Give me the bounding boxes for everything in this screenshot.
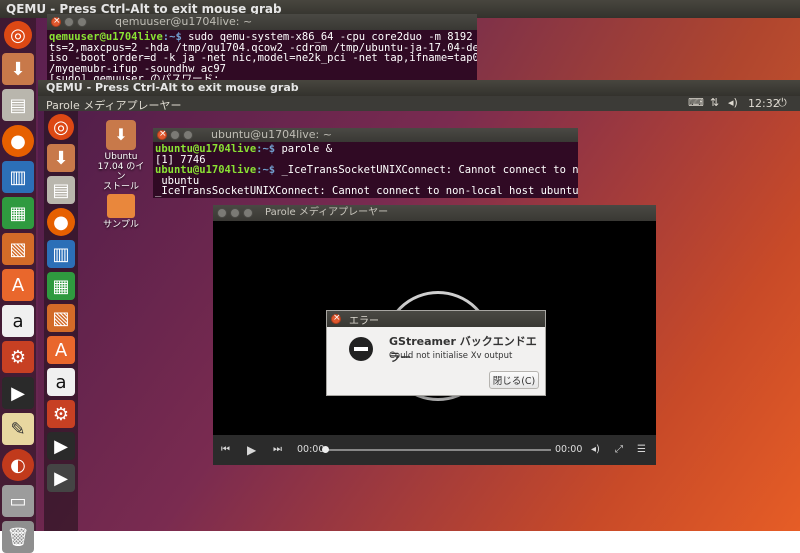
time-current: 00:00 — [297, 444, 325, 455]
close-dialog-button[interactable]: 閉じる(C) — [489, 371, 539, 389]
desktop-icon-installer-label: Ubuntu 17.04 のイン ストール — [97, 152, 145, 192]
desktop-icon-sample-label: サンプル — [103, 220, 139, 230]
seek-bar[interactable] — [325, 449, 551, 451]
guest-launcher-installer-icon[interactable]: ⬇ — [47, 144, 75, 172]
host-terminal-title: qemuuser@u1704live: ~ — [115, 15, 253, 28]
host-launcher-files-icon[interactable]: ▤ — [2, 89, 34, 121]
error-icon — [349, 337, 373, 361]
parole-title: Parole メディアプレーヤー — [265, 207, 389, 218]
host-launcher-settings-icon[interactable]: ⚙ — [2, 341, 34, 373]
guest-terminal-titlebar: ubuntu@u1704live: ~ — [153, 128, 578, 142]
host-terminal-window: qemuuser@u1704live: ~ qemuuser@u1704live… — [47, 14, 477, 88]
close-icon[interactable] — [331, 312, 341, 324]
error-dialog-message: Could not initialise Xv output — [389, 351, 513, 361]
guest-terminal-body[interactable]: ubuntu@u1704live:~$ parole & [1] 7746 ub… — [153, 142, 578, 198]
guest-qemu-titlebar: QEMU - Press Ctrl-Alt to exit mouse grab — [38, 80, 800, 96]
desktop-icon-sample[interactable]: サンプル — [96, 194, 146, 230]
guest-launcher-amazon-icon[interactable]: a — [47, 368, 75, 396]
guest-terminal-title: ubuntu@u1704live: ~ — [211, 128, 332, 141]
guest-launcher-dash-icon[interactable]: ◎ — [48, 114, 74, 140]
host-launcher-editor-icon[interactable]: ✎ — [2, 413, 34, 445]
folder-icon — [107, 194, 135, 218]
network-icon[interactable]: ⇅ — [710, 96, 719, 109]
host-launcher-amazon-icon[interactable]: a — [2, 305, 34, 337]
minimize-icon[interactable] — [170, 130, 180, 140]
host-launcher-impress-icon[interactable]: ▧ — [2, 233, 34, 265]
host-launcher-writer-icon[interactable]: ▥ — [2, 161, 34, 193]
fullscreen-icon[interactable]: ⤢ — [615, 444, 623, 455]
host-launcher-firefox-icon[interactable]: ● — [2, 125, 34, 157]
guest-launcher: ◎ ⬇ ▤ ● ▥ ▦ ▧ A a ⚙ ▶ ▶ — [44, 111, 78, 531]
guest-launcher-settings-icon[interactable]: ⚙ — [47, 400, 75, 428]
guest-terminal-window: ubuntu@u1704live: ~ ubuntu@u1704live:~$ … — [153, 128, 578, 198]
close-icon[interactable] — [157, 128, 167, 140]
volume-icon[interactable]: ◂) — [591, 444, 600, 455]
guest-launcher-terminal-icon[interactable]: ▶ — [47, 432, 75, 460]
guest-launcher-writer-icon[interactable]: ▥ — [47, 240, 75, 268]
host-launcher-software-icon[interactable]: A — [2, 269, 34, 301]
host-launcher-calc-icon[interactable]: ▦ — [2, 197, 34, 229]
qemu-guest-window: QEMU - Press Ctrl-Alt to exit mouse grab… — [38, 80, 800, 531]
parole-controls: ⏮ ▶ ⏭ 00:00 00:00 ◂) ⤢ ☰ — [213, 435, 656, 465]
error-dialog-titlebar: エラー — [327, 311, 545, 327]
close-icon[interactable] — [51, 15, 61, 27]
host-launcher: ◎ ⬇ ▤ ● ▥ ▦ ▧ A a ⚙ ▶ ✎ ◐ ▭ 🗑 — [0, 18, 36, 553]
guest-launcher-software-icon[interactable]: A — [47, 336, 75, 364]
host-launcher-installer-icon[interactable]: ⬇ — [2, 53, 34, 85]
seek-handle[interactable] — [322, 446, 329, 453]
error-dialog-title: エラー — [349, 315, 379, 327]
time-total: 00:00 — [555, 444, 583, 455]
host-launcher-qemu-icon[interactable]: ◐ — [2, 449, 34, 481]
previous-icon[interactable]: ⏮ — [221, 444, 230, 455]
ubuntu-installer-icon: ⬇ — [106, 120, 136, 150]
keyboard-icon[interactable]: ⌨ — [688, 96, 704, 109]
volume-icon[interactable]: ◂) — [728, 96, 738, 109]
error-dialog: エラー GStreamer バックエンドエラー Could not initia… — [326, 310, 546, 396]
maximize-icon[interactable] — [183, 130, 193, 140]
maximize-icon[interactable] — [77, 17, 87, 27]
host-launcher-terminal-icon[interactable]: ▶ — [2, 377, 34, 409]
guest-launcher-impress-icon[interactable]: ▧ — [47, 304, 75, 332]
host-terminal-titlebar: qemuuser@u1704live: ~ — [47, 14, 477, 30]
host-launcher-trash-icon[interactable]: 🗑 — [2, 521, 34, 553]
parole-titlebar: Parole メディアプレーヤー — [213, 205, 656, 221]
clock[interactable]: 12:32 — [748, 97, 780, 110]
guest-launcher-calc-icon[interactable]: ▦ — [47, 272, 75, 300]
host-launcher-drive-icon[interactable]: ▭ — [2, 485, 34, 517]
minimize-icon[interactable] — [230, 208, 240, 218]
play-icon[interactable]: ▶ — [247, 443, 256, 457]
host-launcher-dash-icon[interactable]: ◎ — [4, 21, 32, 49]
playlist-icon[interactable]: ☰ — [637, 444, 646, 455]
guest-launcher-firefox-icon[interactable]: ● — [47, 208, 75, 236]
guest-qemu-title: QEMU - Press Ctrl-Alt to exit mouse grab — [46, 81, 299, 94]
power-icon[interactable]: ⏻ — [778, 96, 787, 110]
guest-topbar: Parole メディアプレーヤー ⌨ ⇅ ◂) 12:32 ⏻ — [38, 96, 800, 112]
next-icon[interactable]: ⏭ — [273, 444, 282, 455]
maximize-icon[interactable] — [243, 208, 253, 218]
desktop-icon-installer[interactable]: ⬇ Ubuntu 17.04 のイン ストール — [96, 120, 146, 192]
close-icon[interactable] — [217, 208, 227, 218]
minimize-icon[interactable] — [64, 17, 74, 27]
guest-launcher-parole-icon[interactable]: ▶ — [47, 464, 75, 492]
guest-launcher-files-icon[interactable]: ▤ — [47, 176, 75, 204]
